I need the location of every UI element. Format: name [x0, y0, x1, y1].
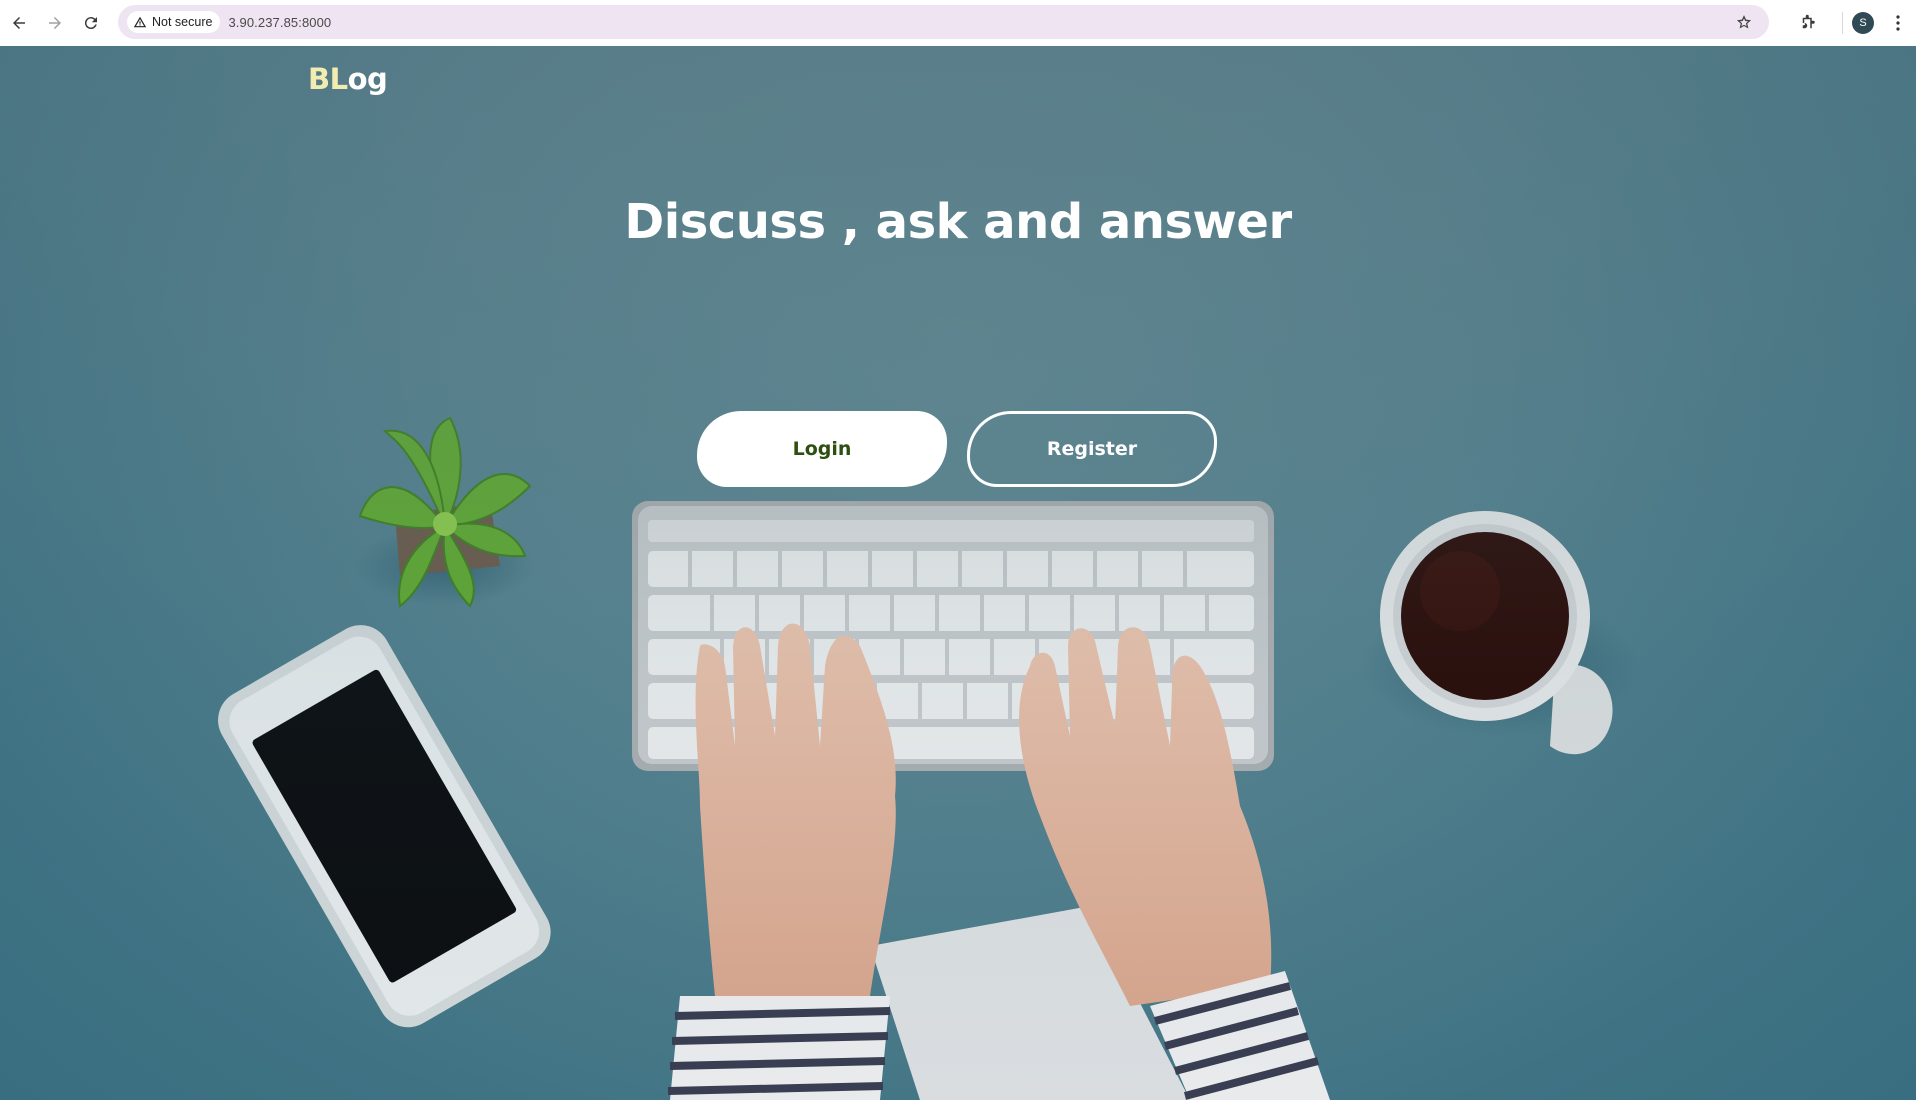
- brand-logo[interactable]: BLog: [308, 62, 388, 96]
- back-button[interactable]: [1, 5, 37, 41]
- forward-icon: [49, 17, 61, 29]
- profile-avatar[interactable]: S: [1852, 12, 1874, 34]
- toolbar-divider: [1842, 12, 1843, 34]
- security-indicator[interactable]: Not secure: [127, 11, 221, 33]
- url-text: 3.90.237.85:8000: [228, 14, 332, 30]
- extensions-icon: [1802, 14, 1815, 29]
- browser-toolbar: Not secure 3.90.237.85:8000 S: [0, 0, 1916, 46]
- address-bar[interactable]: Not secure 3.90.237.85:8000: [118, 5, 1769, 39]
- reload-icon: [84, 17, 97, 30]
- login-button[interactable]: Login: [697, 411, 947, 487]
- page-headline: Discuss , ask and answer: [624, 194, 1292, 250]
- brand-logo-part1: BL: [308, 62, 348, 96]
- hero-section: BLog Discuss , ask and answer Login Regi…: [0, 46, 1916, 1100]
- browser-menu-button[interactable]: [1888, 8, 1908, 38]
- star-icon[interactable]: [1735, 13, 1753, 31]
- brand-logo-part2: og: [347, 62, 388, 96]
- register-button[interactable]: Register: [967, 411, 1217, 487]
- warning-icon: [133, 16, 147, 28]
- reload-button[interactable]: [73, 5, 109, 41]
- forward-button[interactable]: [37, 5, 73, 41]
- security-label: Not secure: [152, 15, 213, 29]
- extensions-button[interactable]: [1790, 5, 1826, 41]
- back-icon: [13, 17, 25, 29]
- kebab-menu-icon: [1896, 15, 1900, 31]
